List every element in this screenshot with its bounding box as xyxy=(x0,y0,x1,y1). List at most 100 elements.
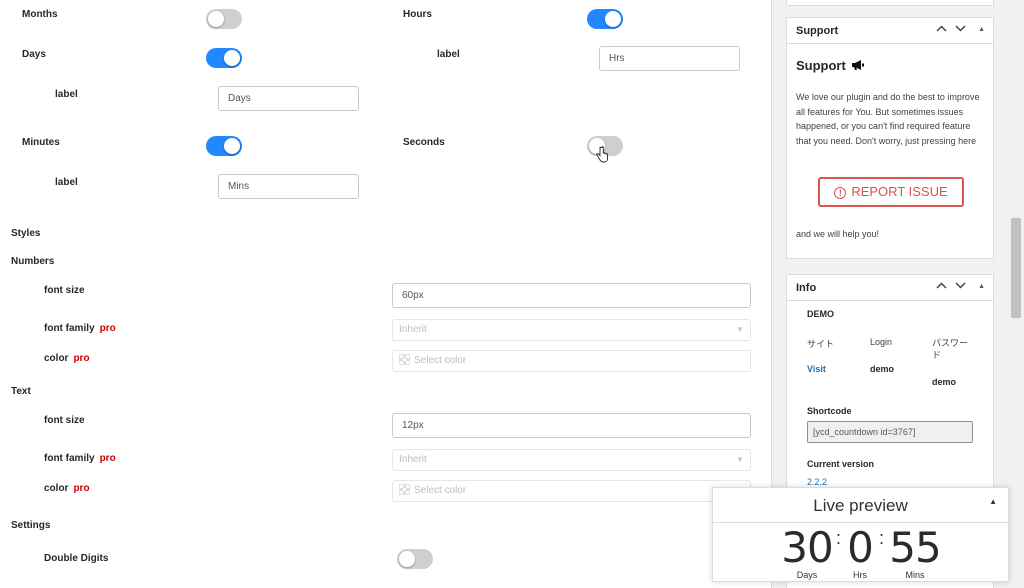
support-description: We love our plugin and do the best to im… xyxy=(796,92,980,146)
toggle-knob xyxy=(224,138,240,154)
color-text: color xyxy=(44,483,69,494)
move-down-icon[interactable] xyxy=(955,281,966,291)
countdown-days: 30 Days xyxy=(781,523,833,581)
color-text: color xyxy=(44,353,69,364)
info-box-title: Info xyxy=(796,282,817,294)
numbers-color-picker[interactable]: Select color xyxy=(392,350,751,372)
support-heading: Support xyxy=(796,58,865,73)
numbers-font-family-label: font family pro xyxy=(44,323,116,334)
hand-cursor-icon xyxy=(596,146,608,163)
live-preview-header: Live preview ▲ xyxy=(713,488,1008,523)
collapse-icon[interactable]: ▲ xyxy=(978,283,985,290)
text-color-label: color pro xyxy=(44,483,90,494)
days-label: Days xyxy=(22,49,46,60)
collapse-icon[interactable]: ▲ xyxy=(978,26,985,33)
minutes-value: 55 xyxy=(889,523,941,572)
separator: : xyxy=(879,528,885,548)
minutes-label-input[interactable]: Mins xyxy=(218,174,359,199)
info-box-header: Info ▲ xyxy=(787,275,993,301)
pro-badge: pro xyxy=(99,323,116,334)
text-font-size-label: font size xyxy=(44,415,85,426)
numbers-font-family-select[interactable]: Inherit ▼ xyxy=(392,319,751,341)
months-label: Months xyxy=(22,9,58,20)
version-value: 2.2.2 xyxy=(807,477,828,487)
color-swatch-icon xyxy=(399,354,410,365)
text-font-family-label: font family pro xyxy=(44,453,116,464)
text-color-picker[interactable]: Select color xyxy=(392,480,751,502)
color-swatch-icon xyxy=(399,484,410,495)
text-font-size-input[interactable]: 12px xyxy=(392,413,751,438)
megaphone-icon xyxy=(852,60,865,70)
demo-heading: DEMO xyxy=(807,309,834,319)
live-preview-panel: Live preview ▲ 30 Days : 0 Hrs : 55 Mins xyxy=(712,487,1009,582)
numbers-font-size-input[interactable]: 60px xyxy=(392,283,751,308)
toggle-knob xyxy=(208,11,224,27)
scrollbar-thumb[interactable] xyxy=(1011,218,1021,318)
pro-badge: pro xyxy=(73,353,90,364)
minutes-toggle[interactable] xyxy=(206,136,242,156)
box-controls: ▲ xyxy=(936,281,985,291)
days-label-caption: label xyxy=(55,89,78,100)
support-box-title: Support xyxy=(796,25,839,37)
shortcode-label: Shortcode xyxy=(807,406,852,416)
color-placeholder: Select color xyxy=(414,485,467,496)
hours-label-caption: label xyxy=(437,49,460,60)
toggle-knob xyxy=(605,11,621,27)
support-footer: and we will help you! xyxy=(796,229,880,239)
seconds-label: Seconds xyxy=(403,137,445,148)
font-family-text: font family xyxy=(44,453,95,464)
support-box: Support ▲ Support We love our plugin and… xyxy=(786,17,994,259)
double-digits-label: Double Digits xyxy=(44,553,109,564)
caret-down-icon: ▼ xyxy=(736,325,744,334)
hours-label-input[interactable]: Hrs xyxy=(599,46,740,71)
move-up-icon[interactable] xyxy=(936,24,947,34)
toggle-knob xyxy=(224,50,240,66)
numbers-font-size-label: font size xyxy=(44,285,85,296)
color-placeholder: Select color xyxy=(414,355,467,366)
col-password: パスワード xyxy=(932,338,969,360)
separator: : xyxy=(836,528,842,548)
minutes-label: Minutes xyxy=(22,137,60,148)
hours-value: 0 xyxy=(847,523,874,572)
text-heading: Text xyxy=(11,386,31,397)
numbers-heading: Numbers xyxy=(11,256,55,267)
numbers-color-label: color pro xyxy=(44,353,90,364)
font-family-text: font family xyxy=(44,323,95,334)
visit-link[interactable]: Visit xyxy=(807,364,826,374)
col-login: Login xyxy=(870,337,893,347)
hours-label: Hours xyxy=(403,9,432,20)
toggle-knob xyxy=(399,551,415,567)
previous-box-bottom xyxy=(786,0,994,6)
box-controls: ▲ xyxy=(936,24,985,34)
countdown-hours: 0 Hrs xyxy=(846,523,874,581)
settings-panel: Months Hours Days label Hrs label Days M… xyxy=(0,0,772,588)
support-heading-text: Support xyxy=(796,58,846,73)
support-box-header: Support ▲ xyxy=(787,18,993,44)
pro-badge: pro xyxy=(73,483,90,494)
select-value: Inherit xyxy=(399,324,427,335)
select-value: Inherit xyxy=(399,454,427,465)
styles-heading: Styles xyxy=(11,228,41,239)
double-digits-toggle[interactable] xyxy=(397,549,433,569)
alert-circle-icon: ! xyxy=(834,187,847,199)
text-font-family-select[interactable]: Inherit ▼ xyxy=(392,449,751,471)
version-label: Current version xyxy=(807,459,875,469)
report-issue-button[interactable]: ! REPORT ISSUE xyxy=(818,177,964,207)
move-down-icon[interactable] xyxy=(955,24,966,34)
col-site: サイト xyxy=(807,339,835,349)
countdown-minutes: 55 Mins xyxy=(889,523,941,581)
days-value: 30 xyxy=(781,523,833,572)
password-value: demo xyxy=(932,377,957,387)
months-toggle[interactable] xyxy=(206,9,242,29)
move-up-icon[interactable] xyxy=(936,281,947,291)
collapse-preview-icon[interactable]: ▲ xyxy=(989,497,997,506)
days-toggle[interactable] xyxy=(206,48,242,68)
hours-toggle[interactable] xyxy=(587,9,623,29)
caret-down-icon: ▼ xyxy=(736,455,744,464)
days-label-input[interactable]: Days xyxy=(218,86,359,111)
live-preview-title: Live preview xyxy=(813,496,908,515)
settings-heading: Settings xyxy=(11,520,51,531)
shortcode-field[interactable]: [ycd_countdown id=3767] xyxy=(807,421,973,443)
report-issue-label: REPORT ISSUE xyxy=(851,184,948,199)
minutes-label-caption: label xyxy=(55,177,78,188)
